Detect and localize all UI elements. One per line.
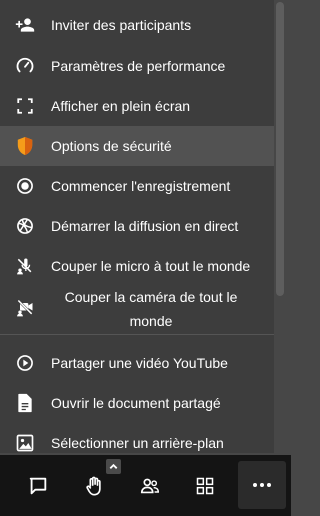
menu-item-label: Afficher en plein écran bbox=[51, 98, 191, 114]
menu-item-label: Couper la caméra de tout le monde bbox=[64, 289, 238, 329]
tile-view-button[interactable] bbox=[191, 472, 219, 500]
raise-hand-button[interactable] bbox=[80, 472, 108, 500]
menu-item-invite[interactable]: Inviter des participants bbox=[0, 5, 274, 45]
shield-icon bbox=[15, 136, 35, 156]
participants-icon bbox=[139, 475, 161, 497]
hand-icon bbox=[83, 475, 105, 497]
menu-item-disable-cameras[interactable]: Couper la caméra de tout le monde bbox=[0, 286, 274, 332]
menu-item-shared-document[interactable]: Ouvrir le document partagé bbox=[0, 383, 274, 423]
menu-item-select-background[interactable]: Sélectionner un arrière-plan bbox=[0, 423, 274, 453]
menu-item-security[interactable]: Options de sécurité bbox=[0, 126, 274, 166]
menu-item-label: Paramètres de performance bbox=[51, 58, 226, 74]
background-image-icon bbox=[15, 433, 35, 453]
overflow-menu: Inviter des participants Paramètres de p… bbox=[0, 0, 274, 453]
gauge-icon bbox=[15, 56, 35, 76]
menu-item-performance[interactable]: Paramètres de performance bbox=[0, 46, 274, 86]
menu-item-label: Sélectionner un arrière-plan bbox=[51, 435, 224, 451]
camera-off-icon bbox=[15, 298, 35, 318]
fullscreen-icon bbox=[15, 96, 35, 116]
menu-scrollbar-thumb[interactable] bbox=[276, 2, 284, 296]
add-person-icon bbox=[15, 15, 35, 35]
mute-mic-icon bbox=[15, 256, 35, 276]
menu-item-share-youtube[interactable]: Partager une vidéo YouTube bbox=[0, 343, 274, 383]
menu-item-label: Couper le micro à tout le monde bbox=[51, 258, 251, 274]
more-dots-icon bbox=[251, 482, 273, 488]
more-actions-button[interactable] bbox=[238, 461, 286, 509]
chevron-up-icon bbox=[108, 461, 119, 472]
grid-icon bbox=[195, 476, 215, 496]
menu-item-recording[interactable]: Commencer l'enregistrement bbox=[0, 166, 274, 206]
livestream-icon bbox=[15, 216, 35, 236]
menu-item-label: Démarrer la diffusion en direct bbox=[51, 218, 239, 234]
menu-item-label: Ouvrir le document partagé bbox=[51, 395, 221, 411]
menu-divider bbox=[0, 334, 274, 335]
menu-item-label: Options de sécurité bbox=[51, 138, 172, 154]
chat-icon bbox=[27, 475, 49, 497]
menu-item-livestream[interactable]: Démarrer la diffusion en direct bbox=[0, 206, 274, 246]
menu-item-label: Commencer l'enregistrement bbox=[51, 178, 231, 194]
menu-item-label: Inviter des participants bbox=[51, 17, 192, 33]
menu-item-fullscreen[interactable]: Afficher en plein écran bbox=[0, 86, 274, 126]
chat-button[interactable] bbox=[24, 472, 52, 500]
menu-item-label: Partager une vidéo YouTube bbox=[51, 355, 228, 371]
participants-button[interactable] bbox=[136, 472, 164, 500]
play-circle-icon bbox=[15, 353, 35, 373]
menu-item-mute-everyone[interactable]: Couper le micro à tout le monde bbox=[0, 246, 274, 286]
record-icon bbox=[15, 176, 35, 196]
reactions-expand-button[interactable] bbox=[106, 459, 121, 474]
document-icon bbox=[15, 393, 35, 413]
